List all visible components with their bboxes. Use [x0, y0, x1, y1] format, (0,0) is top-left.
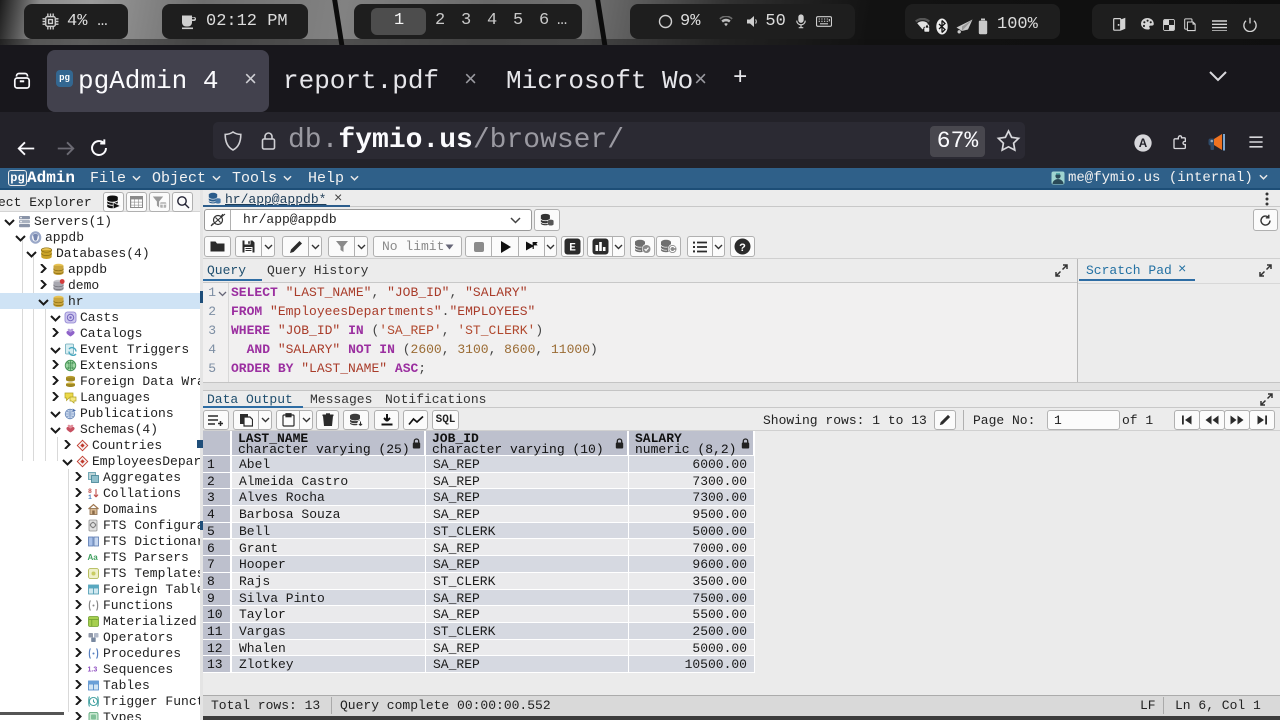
- svg-text:1: 1: [88, 494, 92, 500]
- svg-text:?: ?: [739, 243, 746, 255]
- svg-text:A: A: [1139, 137, 1148, 150]
- svg-text:1.3: 1.3: [88, 666, 98, 673]
- svg-text:E: E: [569, 243, 576, 255]
- svg-text:Aa: Aa: [88, 553, 99, 562]
